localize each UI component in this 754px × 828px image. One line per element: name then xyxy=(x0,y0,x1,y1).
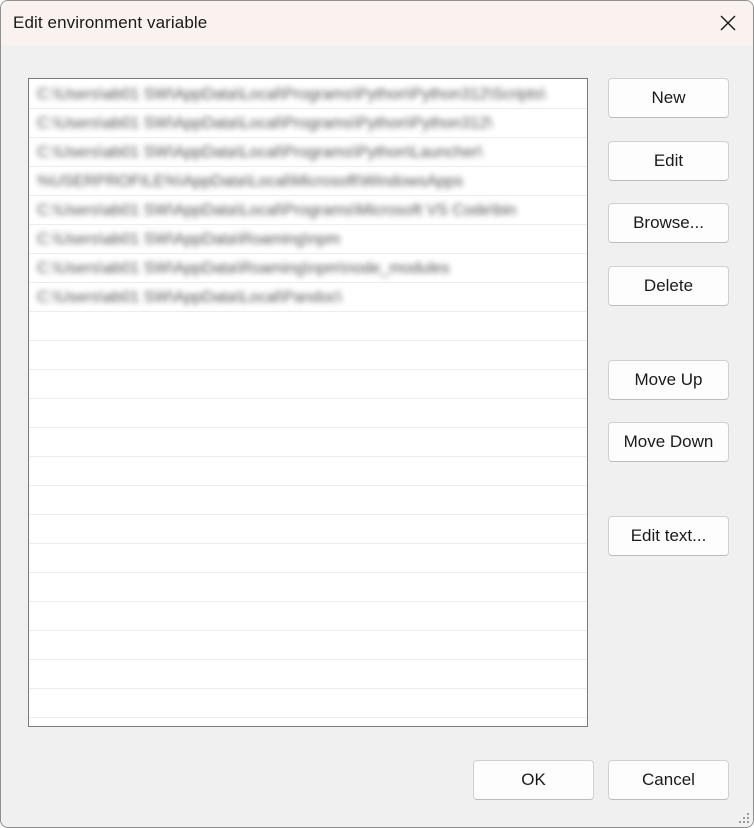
browse-button[interactable]: Browse... xyxy=(608,203,729,243)
list-item xyxy=(29,690,587,718)
path-entry-text: C:\Users\ab01 SW\AppData\Local\Pandoc\ xyxy=(37,289,343,306)
list-item xyxy=(29,516,587,544)
list-item xyxy=(29,313,587,341)
new-button[interactable]: New xyxy=(608,78,729,118)
list-item xyxy=(29,545,587,573)
title-bar: Edit environment variable xyxy=(1,1,753,45)
list-item xyxy=(29,632,587,660)
path-entry-text: C:\Users\ab01 SW\AppData\Roaming\npm\nod… xyxy=(37,260,450,277)
path-entry-text: %USERPROFILE%\AppData\Local\Microsoft\Wi… xyxy=(37,173,463,190)
list-item[interactable]: C:\Users\ab01 SW\AppData\Roaming\npm xyxy=(29,226,587,254)
list-item[interactable]: C:\Users\ab01 SW\AppData\Local\Programs\… xyxy=(29,110,587,138)
list-item xyxy=(29,429,587,457)
list-item xyxy=(29,458,587,486)
cancel-button[interactable]: Cancel xyxy=(608,760,729,800)
path-entry-text: C:\Users\ab01 SW\AppData\Local\Programs\… xyxy=(37,86,546,103)
edit-environment-variable-dialog: Edit environment variable C:\Users\ab01 … xyxy=(0,0,754,828)
path-entry-text: C:\Users\ab01 SW\AppData\Local\Programs\… xyxy=(37,144,483,161)
list-item[interactable]: C:\Users\ab01 SW\AppData\Local\Programs\… xyxy=(29,81,587,109)
list-item xyxy=(29,574,587,602)
close-button[interactable] xyxy=(703,1,753,45)
list-item xyxy=(29,371,587,399)
move-down-button[interactable]: Move Down xyxy=(608,422,729,462)
resize-grip-icon[interactable] xyxy=(738,812,750,824)
edit-button[interactable]: Edit xyxy=(608,141,729,181)
list-item[interactable]: C:\Users\ab01 SW\AppData\Local\Programs\… xyxy=(29,139,587,167)
list-item xyxy=(29,661,587,689)
ok-button[interactable]: OK xyxy=(473,760,594,800)
edit-text-button[interactable]: Edit text... xyxy=(608,516,729,556)
list-item xyxy=(29,342,587,370)
path-list[interactable]: C:\Users\ab01 SW\AppData\Local\Programs\… xyxy=(28,78,588,727)
list-item[interactable]: %USERPROFILE%\AppData\Local\Microsoft\Wi… xyxy=(29,168,587,196)
list-item xyxy=(29,400,587,428)
list-item[interactable]: C:\Users\ab01 SW\AppData\Roaming\npm\nod… xyxy=(29,255,587,283)
path-entry-text: C:\Users\ab01 SW\AppData\Roaming\npm xyxy=(37,231,341,248)
list-item[interactable]: C:\Users\ab01 SW\AppData\Local\Pandoc\ xyxy=(29,284,587,312)
list-item[interactable]: C:\Users\ab01 SW\AppData\Local\Programs\… xyxy=(29,197,587,225)
list-item xyxy=(29,603,587,631)
move-up-button[interactable]: Move Up xyxy=(608,360,729,400)
delete-button[interactable]: Delete xyxy=(608,266,729,306)
path-entry-text: C:\Users\ab01 SW\AppData\Local\Programs\… xyxy=(37,202,517,219)
dialog-title: Edit environment variable xyxy=(13,13,208,32)
close-icon xyxy=(720,15,736,31)
path-entry-text: C:\Users\ab01 SW\AppData\Local\Programs\… xyxy=(37,115,493,132)
list-item xyxy=(29,487,587,515)
